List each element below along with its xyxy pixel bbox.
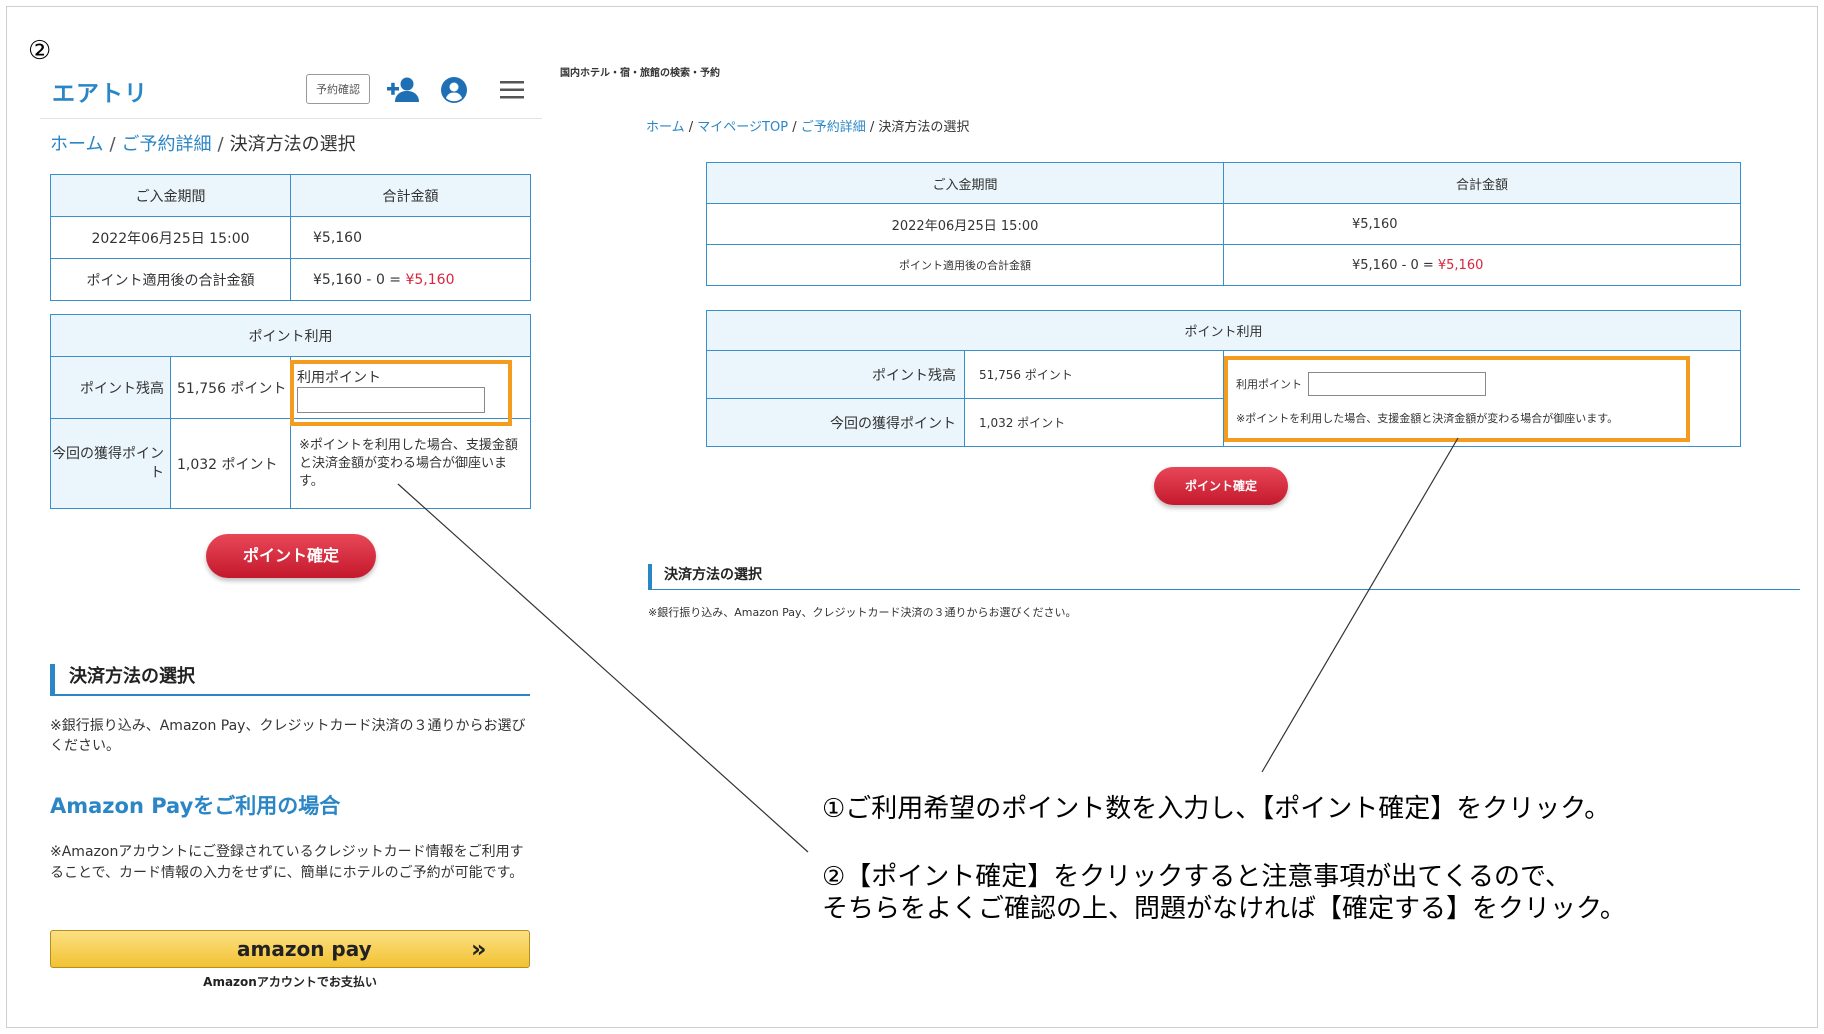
pointer-line-desktop bbox=[1261, 437, 1459, 773]
pointer-line-mobile bbox=[397, 483, 809, 853]
annotation-step2-cont: そちらをよくご確認の上、問題がなければ【確定する】をクリック。 bbox=[822, 894, 1626, 924]
annotation-step1: ①ご利用希望のポイント数を入力し、【ポイント確定】をクリック。 bbox=[822, 794, 1611, 824]
